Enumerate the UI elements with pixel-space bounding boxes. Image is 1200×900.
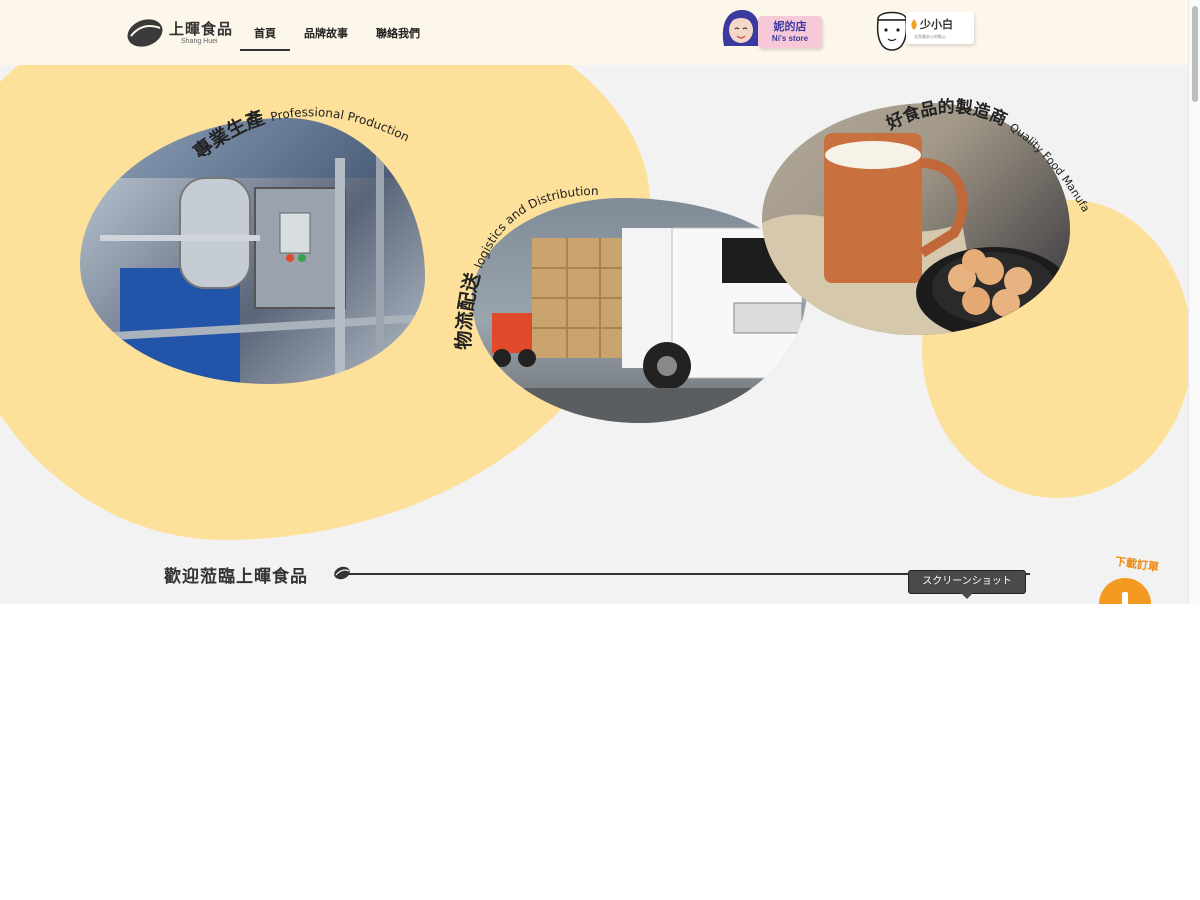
shaoxiaobai-title: 少小白: [920, 18, 953, 31]
page-scrollbar[interactable]: [1188, 0, 1200, 604]
ni-store-subtitle: Ni's store: [771, 34, 809, 43]
scrollbar-thumb[interactable]: [1192, 6, 1198, 102]
page-viewport: 上暉食品 Shang Huei 首頁 品牌故事 聯絡我們 妮的店 Ni's st…: [0, 0, 1200, 604]
download-arrow-icon: [1122, 592, 1128, 604]
site-header: 上暉食品 Shang Huei 首頁 品牌故事 聯絡我們 妮的店 Ni's st…: [0, 0, 1200, 65]
logo-subtitle: Shang Huei: [181, 38, 218, 45]
main-nav: 首頁 品牌故事 聯絡我們: [240, 0, 434, 65]
manufacturer-photo: [762, 103, 1070, 335]
nav-brand-story[interactable]: 品牌故事: [290, 0, 362, 65]
shaoxiaobai-tag: 少小白 全家最安心的點心: [906, 12, 974, 44]
logo[interactable]: 上暉食品 Shang Huei: [125, 16, 235, 50]
logo-title: 上暉食品: [169, 20, 234, 38]
logo-bean-icon: [127, 19, 163, 47]
shaoxiaobai-tagline: 全家最安心的點心: [914, 34, 946, 39]
ni-store-tag: 妮的店 Ni's store: [758, 16, 822, 48]
shaoxiaobai-store-link[interactable]: 少小白 全家最安心的點心: [868, 6, 976, 51]
download-label: 下載訂單: [1114, 554, 1160, 574]
welcome-title: 歡迎蒞臨上暉食品: [164, 567, 308, 587]
milk-and-cookies-illustration: [762, 103, 1070, 335]
download-order-button[interactable]: 下載訂單: [1097, 554, 1160, 604]
flame-icon: [911, 19, 917, 30]
nav-contact[interactable]: 聯絡我們: [362, 0, 434, 65]
nav-home[interactable]: 首頁: [240, 0, 290, 65]
ni-store-link[interactable]: 妮的店 Ni's store: [718, 6, 828, 50]
ni-store-title: 妮的店: [773, 20, 807, 33]
screenshot-tooltip: スクリーンショット: [908, 570, 1026, 599]
